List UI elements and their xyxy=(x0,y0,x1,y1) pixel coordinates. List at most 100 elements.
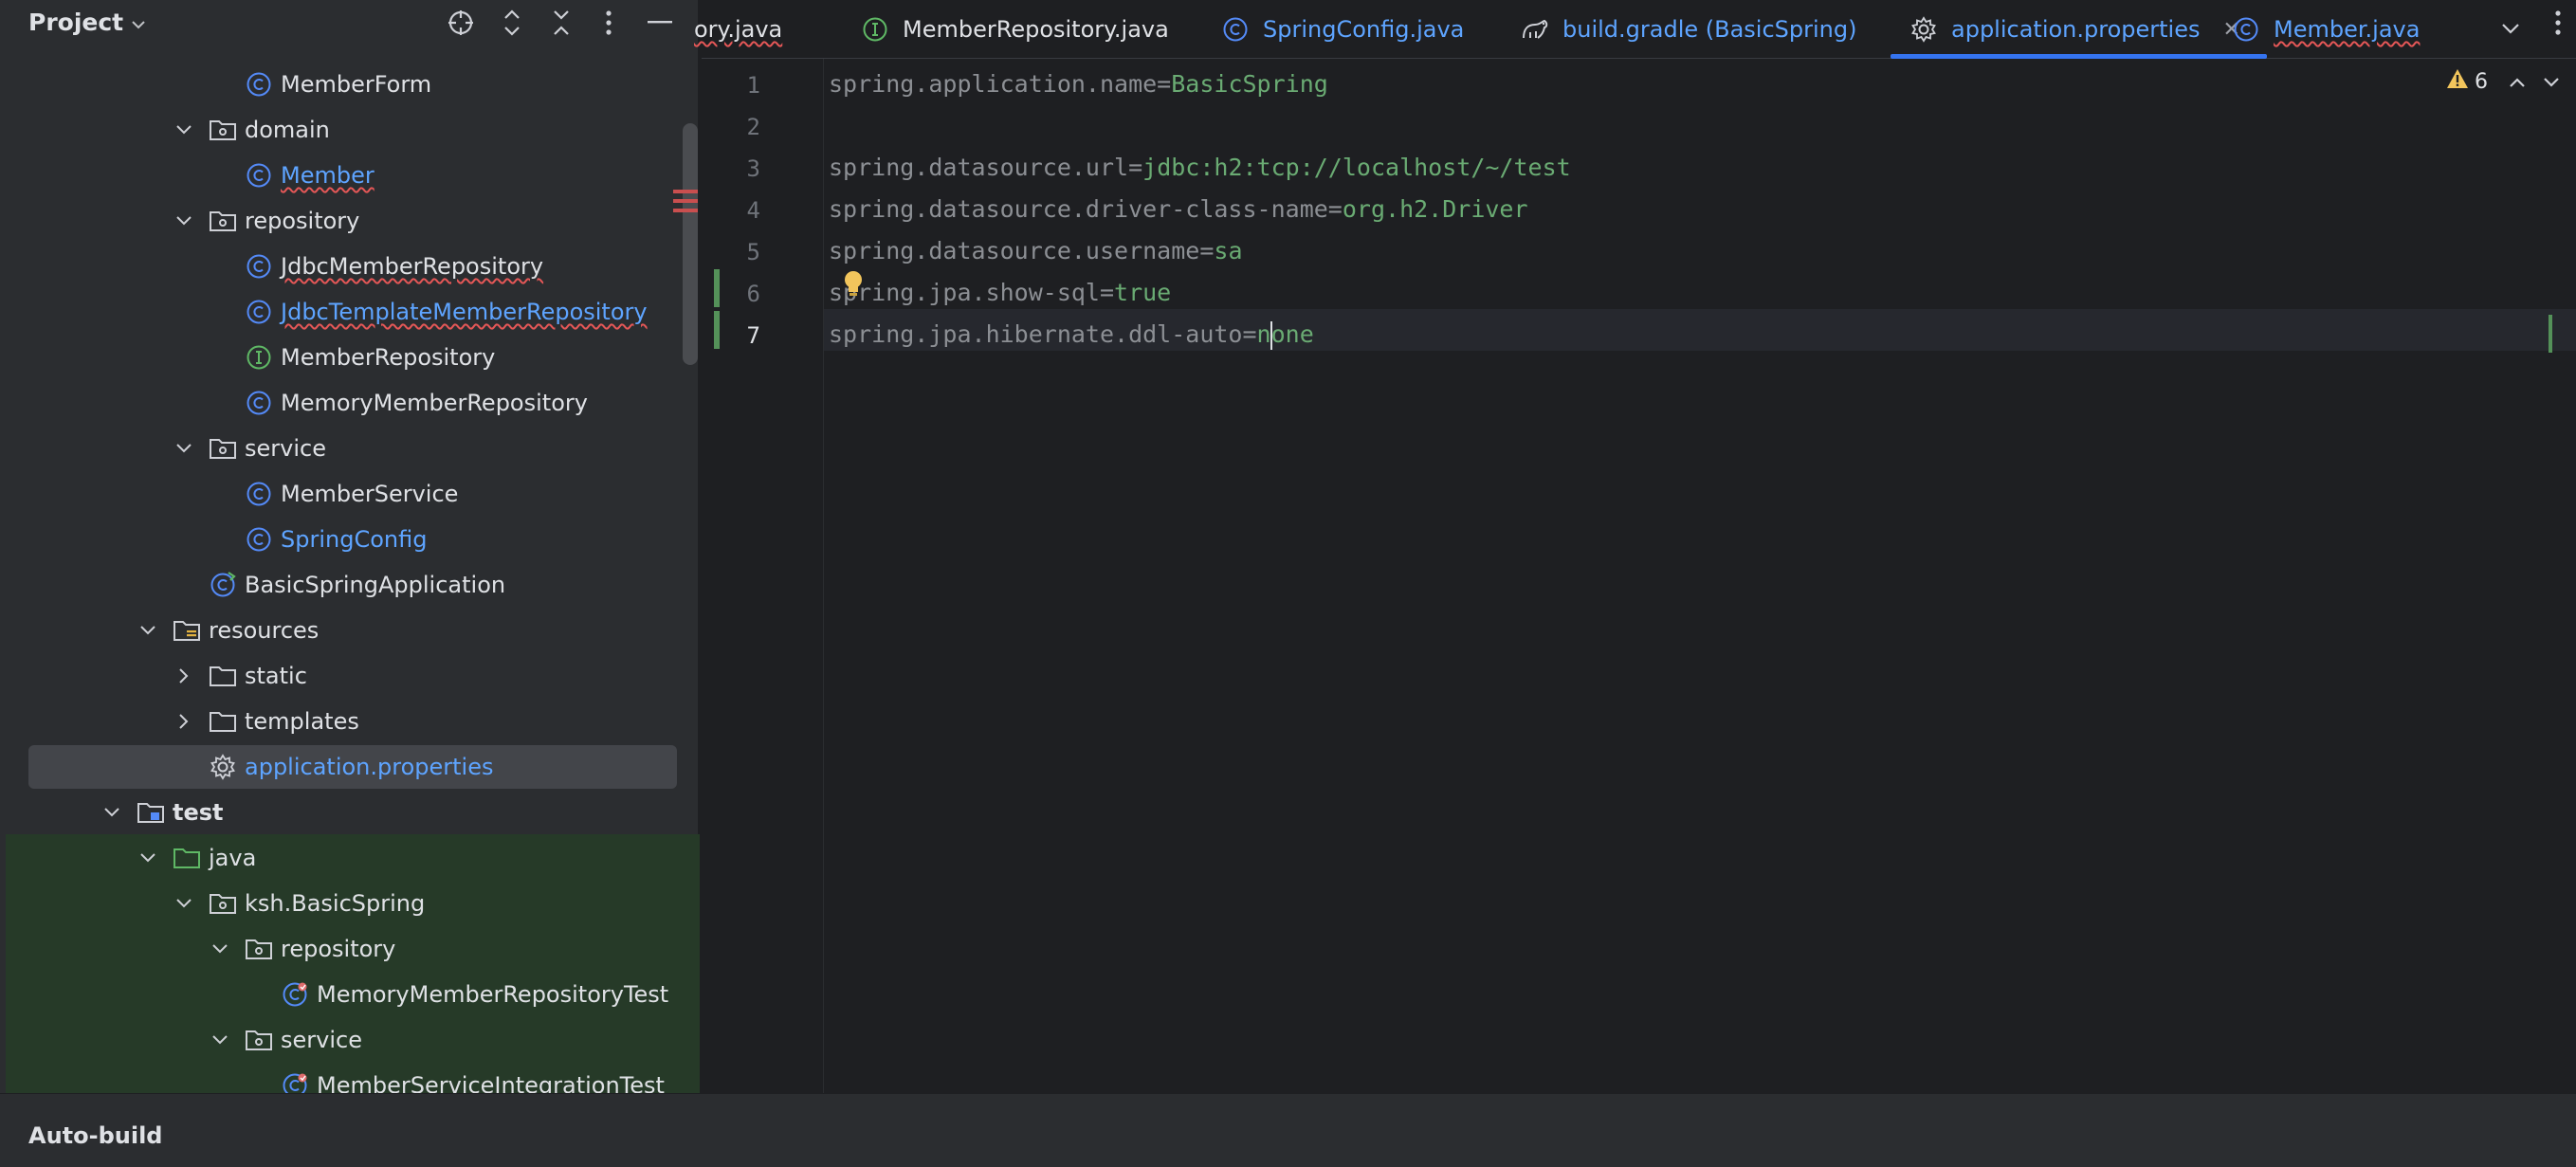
tree-scrollbar[interactable] xyxy=(683,123,698,365)
tree-item[interactable]: JdbcMemberRepository xyxy=(245,245,543,288)
tree-item[interactable]: service xyxy=(173,427,326,470)
tree-item-label: MemberServiceIntegrationTest xyxy=(317,1072,665,1093)
tree-item[interactable]: application.properties xyxy=(28,745,677,789)
chevron-down-icon[interactable] xyxy=(173,210,195,232)
tree-item[interactable]: repository xyxy=(209,927,395,971)
tree-item[interactable]: MemoryMemberRepository xyxy=(245,381,588,425)
property-key: spring.application.name= xyxy=(829,70,1172,98)
editor-more-options-icon[interactable] xyxy=(2541,6,2575,40)
chevron-down-icon[interactable] xyxy=(173,437,195,460)
minimize-icon[interactable] xyxy=(643,6,677,40)
tree-item[interactable]: domain xyxy=(173,108,330,152)
code-line[interactable]: spring.jpa.show-sql=true xyxy=(829,279,1171,306)
tree-item[interactable]: templates xyxy=(173,700,359,743)
property-value: sa xyxy=(1214,237,1243,264)
chevron-down-icon[interactable] xyxy=(137,847,159,869)
tree-item[interactable]: MemberForm xyxy=(245,63,431,106)
more-options-icon[interactable] xyxy=(592,6,626,40)
tree-item-label: java xyxy=(209,845,257,871)
code-line[interactable]: spring.jpa.hibernate.ddl-auto=none xyxy=(829,320,1314,350)
code-editor[interactable]: 1 2 3 4 5 6 7 spring.application.name=BasicSpr… xyxy=(702,59,2576,1093)
class-icon xyxy=(245,161,273,190)
class-icon xyxy=(2232,15,2260,44)
class-icon xyxy=(245,298,273,326)
project-panel-header: Project xyxy=(0,0,700,47)
line-number: 5 xyxy=(746,239,760,265)
tree-item-label: resources xyxy=(209,617,320,644)
chevron-down-icon[interactable] xyxy=(137,619,159,642)
property-key: spring.datasource.url= xyxy=(829,154,1143,181)
code-line[interactable]: spring.application.name=BasicSpring xyxy=(829,70,1328,98)
editor-tab[interactable]: SpringConfig.java xyxy=(1221,0,1464,59)
property-key: spring.datasource.username= xyxy=(829,237,1215,264)
editor-tab[interactable]: Member.java xyxy=(2232,0,2420,59)
chevron-right-icon[interactable] xyxy=(173,665,195,687)
editor-tab[interactable]: ory.java xyxy=(694,0,782,59)
collapse-all-icon[interactable] xyxy=(544,6,578,40)
tree-item[interactable]: MemberRepository xyxy=(245,336,495,379)
tree-item[interactable]: SpringConfig xyxy=(245,518,427,561)
test-folder-icon xyxy=(173,844,201,872)
package-icon xyxy=(245,1026,273,1054)
interface-icon xyxy=(245,343,273,372)
chevron-right-icon[interactable] xyxy=(173,710,195,733)
previous-highlight-icon[interactable] xyxy=(2509,70,2526,94)
tree-item[interactable]: MemberServiceIntegrationTest xyxy=(281,1064,665,1093)
tree-item-label: ksh.BasicSpring xyxy=(245,890,426,917)
project-tool-window: Project MemberForm domain Member repository… xyxy=(0,0,700,1093)
next-highlight-icon[interactable] xyxy=(2543,70,2560,94)
chevron-down-icon[interactable] xyxy=(173,119,195,141)
property-key: spring.jpa.show-sql= xyxy=(829,279,1115,306)
chevron-down-icon[interactable] xyxy=(100,801,123,824)
tree-item-label: service xyxy=(281,1027,362,1053)
chevron-down-icon[interactable] xyxy=(173,892,195,915)
tree-item[interactable]: MemberService xyxy=(245,472,458,516)
editor-tab[interactable]: MemberRepository.java xyxy=(861,0,1169,59)
tree-item-label: MemoryMemberRepositoryTest xyxy=(317,981,669,1008)
editor-tab[interactable]: build.gradle (BasicSpring) xyxy=(1521,0,1856,59)
project-view-selector[interactable]: Project xyxy=(28,9,146,36)
tree-item[interactable]: MemoryMemberRepositoryTest xyxy=(281,973,668,1016)
project-tree[interactable]: MemberForm domain Member repository JdbcMemb… xyxy=(0,63,700,1093)
property-value: org.h2.Driver xyxy=(1342,195,1528,223)
class-icon xyxy=(1221,15,1250,44)
property-value: n xyxy=(1256,320,1271,348)
tree-item[interactable]: repository xyxy=(173,199,359,243)
bottom-tool-bar: Auto-build xyxy=(0,1093,2576,1167)
tree-item[interactable]: Member xyxy=(245,154,375,197)
tree-item-label: JdbcMemberRepository xyxy=(281,253,544,280)
class-icon xyxy=(245,389,273,417)
tree-item[interactable]: test xyxy=(100,791,224,834)
locate-icon[interactable] xyxy=(444,6,478,40)
inspection-widget[interactable]: 6 xyxy=(2446,68,2560,95)
tree-item[interactable]: JdbcTemplateMemberRepository xyxy=(245,290,648,334)
class-icon xyxy=(245,480,273,508)
tree-item[interactable]: service xyxy=(209,1018,362,1062)
tab-list-chevron-icon[interactable] xyxy=(2494,11,2528,46)
line-number-gutter[interactable]: 1 2 3 4 5 6 7 xyxy=(702,59,824,1093)
tree-item-label: templates xyxy=(245,708,359,735)
auto-build-label[interactable]: Auto-build xyxy=(28,1122,162,1149)
expand-all-icon[interactable] xyxy=(495,6,529,40)
tree-item[interactable]: java xyxy=(137,836,256,880)
package-icon xyxy=(209,889,237,918)
line-number: 3 xyxy=(746,155,760,182)
line-number: 4 xyxy=(746,197,760,224)
tree-item[interactable]: static xyxy=(173,654,307,698)
tree-item-label: MemberRepository xyxy=(281,344,496,371)
tree-item[interactable]: BasicSpringApplication xyxy=(209,563,505,607)
editor-tab[interactable]: application.properties ✕ xyxy=(1891,0,2267,59)
scrollbar-change-marker xyxy=(2549,315,2552,353)
chevron-down-icon[interactable] xyxy=(209,938,231,960)
tree-item[interactable]: resources xyxy=(137,609,319,652)
code-line[interactable]: spring.datasource.driver-class-name=org.… xyxy=(829,195,1528,223)
lightbulb-icon[interactable] xyxy=(842,269,865,298)
code-line[interactable]: spring.datasource.username=sa xyxy=(829,237,1243,264)
tree-item[interactable]: ksh.BasicSpring xyxy=(173,882,425,925)
chevron-down-icon[interactable] xyxy=(209,1029,231,1051)
editor-tab-label: application.properties xyxy=(1951,16,2201,43)
code-line[interactable]: spring.datasource.url=jdbc:h2:tcp://loca… xyxy=(829,154,1571,181)
property-value: one xyxy=(1270,320,1314,348)
test-class-icon xyxy=(281,980,309,1009)
test-class-icon xyxy=(281,1071,309,1093)
